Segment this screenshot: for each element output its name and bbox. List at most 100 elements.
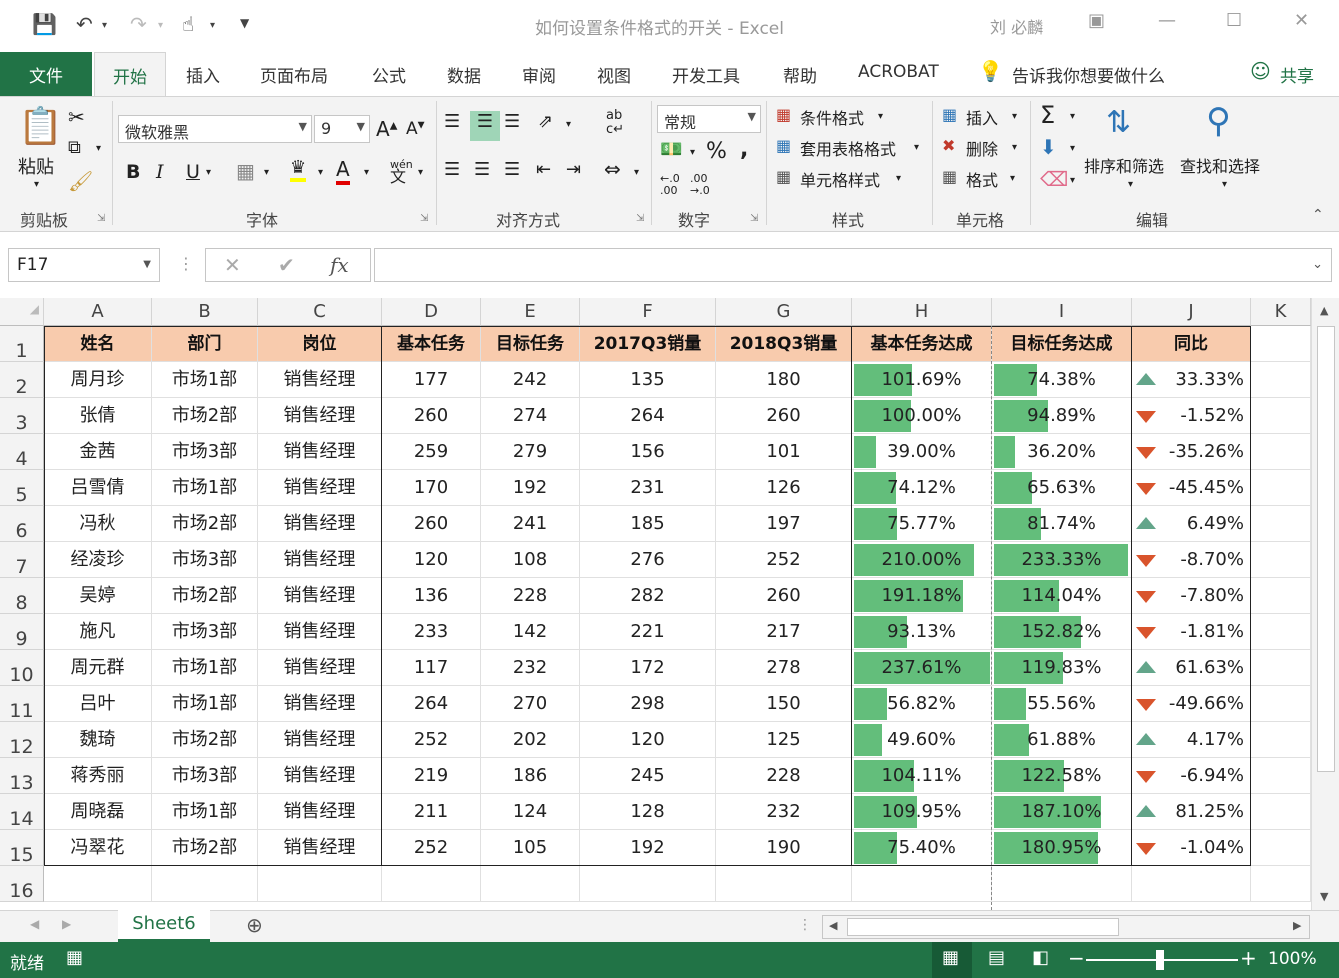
table-cell-name[interactable]: 蒋秀丽 (44, 758, 152, 794)
table-cell-target-rate[interactable]: 81.74% (992, 506, 1132, 542)
column-header-j[interactable]: J (1132, 298, 1251, 326)
row-header-6[interactable]: 6 (0, 506, 44, 542)
table-header-cell[interactable]: 部门 (152, 326, 258, 362)
row-header-9[interactable]: 9 (0, 614, 44, 650)
table-cell-q18[interactable]: 228 (716, 758, 852, 794)
font-color-dropdown-icon[interactable]: ▾ (364, 167, 369, 178)
tab-acrobat[interactable]: ACROBAT (858, 62, 939, 82)
table-cell-q17[interactable]: 128 (580, 794, 716, 830)
find-select-dropdown-icon[interactable]: ▾ (1222, 179, 1227, 190)
zoom-in-icon[interactable]: + (1240, 946, 1257, 970)
shrink-font-icon[interactable]: A▼ (406, 119, 425, 139)
table-cell-target[interactable]: 202 (481, 722, 580, 758)
row-header-14[interactable]: 14 (0, 794, 44, 830)
row-header-8[interactable]: 8 (0, 578, 44, 614)
table-cell-base[interactable]: 219 (382, 758, 481, 794)
add-sheet-icon[interactable]: ⊕ (246, 913, 263, 937)
table-cell-pos[interactable]: 销售经理 (258, 722, 382, 758)
row-header-1[interactable]: 1 (0, 326, 44, 362)
row-header-4[interactable]: 4 (0, 434, 44, 470)
table-cell-name[interactable]: 周元群 (44, 650, 152, 686)
worksheet-grid[interactable]: ◢ A B C D E F G H I J K 1 2 3 4 5 6 7 8 9 10 11 12 13 14 15 16 姓名 部门岗… (0, 298, 1311, 910)
table-cell-base-rate[interactable]: 210.00% (852, 542, 992, 578)
table-cell-dept[interactable]: 市场3部 (152, 614, 258, 650)
percent-style-icon[interactable]: % (706, 139, 727, 164)
align-center-icon[interactable]: ☰ (474, 159, 490, 180)
table-cell-base-rate[interactable]: 237.61% (852, 650, 992, 686)
table-cell-pos[interactable]: 销售经理 (258, 398, 382, 434)
clear-icon[interactable]: ⌫ (1040, 167, 1068, 191)
accounting-dropdown-icon[interactable]: ▾ (690, 147, 695, 158)
cell[interactable] (1251, 434, 1311, 470)
cell[interactable] (1132, 866, 1251, 902)
table-format-icon[interactable]: ▦ (776, 136, 791, 155)
column-header-f[interactable]: F (580, 298, 716, 326)
decrease-indent-icon[interactable]: ⇤ (536, 159, 551, 180)
table-cell-target[interactable]: 142 (481, 614, 580, 650)
delete-cells-icon[interactable]: ✖ (942, 136, 955, 155)
table-cell-q17[interactable]: 185 (580, 506, 716, 542)
undo-icon[interactable]: ↶ (76, 12, 93, 36)
close-icon[interactable]: ✕ (1294, 10, 1309, 31)
table-cell-name[interactable]: 吴婷 (44, 578, 152, 614)
table-cell-q17[interactable]: 156 (580, 434, 716, 470)
table-cell-dept[interactable]: 市场2部 (152, 506, 258, 542)
row-header-13[interactable]: 13 (0, 758, 44, 794)
increase-decimal-icon[interactable]: ←.0.00 (660, 173, 680, 197)
table-cell-q17[interactable]: 245 (580, 758, 716, 794)
table-cell-q18[interactable]: 126 (716, 470, 852, 506)
customize-qat-icon[interactable]: ▼ (240, 16, 249, 30)
tab-data[interactable]: 数据 (447, 62, 481, 87)
table-cell-q18[interactable]: 217 (716, 614, 852, 650)
table-cell-base[interactable]: 170 (382, 470, 481, 506)
table-cell-base[interactable]: 259 (382, 434, 481, 470)
row-header-10[interactable]: 10 (0, 650, 44, 686)
borders-dropdown-icon[interactable]: ▾ (264, 167, 269, 178)
table-cell-base[interactable]: 233 (382, 614, 481, 650)
table-cell-target-rate[interactable]: 152.82% (992, 614, 1132, 650)
column-header-h[interactable]: H (852, 298, 992, 326)
insert-dropdown-icon[interactable]: ▾ (1012, 111, 1017, 122)
table-cell-target[interactable]: 108 (481, 542, 580, 578)
cell[interactable] (1251, 578, 1311, 614)
cell[interactable] (1251, 506, 1311, 542)
table-cell-name[interactable]: 冯秋 (44, 506, 152, 542)
delete-cells-button[interactable]: 删除 (966, 136, 998, 160)
table-cell-dept[interactable]: 市场1部 (152, 794, 258, 830)
next-sheet-icon[interactable]: ▶ (62, 917, 71, 931)
accounting-format-icon[interactable]: 💵 (660, 139, 682, 160)
table-cell-target[interactable]: 124 (481, 794, 580, 830)
cell[interactable] (1251, 614, 1311, 650)
table-cell-base[interactable]: 177 (382, 362, 481, 398)
table-cell-target-rate[interactable]: 187.10% (992, 794, 1132, 830)
table-cell-yoy[interactable]: 6.49% (1132, 506, 1251, 542)
cut-icon[interactable]: ✂ (68, 105, 85, 129)
table-cell-yoy[interactable]: 4.17% (1132, 722, 1251, 758)
scroll-right-icon[interactable]: ▶ (1293, 919, 1301, 932)
row-header-7[interactable]: 7 (0, 542, 44, 578)
row-header-3[interactable]: 3 (0, 398, 44, 434)
table-cell-q18[interactable]: 150 (716, 686, 852, 722)
table-cell-q18[interactable]: 260 (716, 398, 852, 434)
table-header-cell[interactable]: 2018Q3销量 (716, 326, 852, 362)
find-select-button[interactable]: 查找和选择 (1180, 153, 1260, 177)
format-cells-button[interactable]: 格式 (966, 167, 998, 191)
table-header-cell[interactable]: 同比 (1132, 326, 1251, 362)
align-bottom-icon[interactable]: ☰ (504, 111, 520, 132)
cell-style-button[interactable]: 单元格样式 (800, 167, 880, 191)
table-cell-q18[interactable]: 260 (716, 578, 852, 614)
table-cell-dept[interactable]: 市场2部 (152, 722, 258, 758)
column-header-k[interactable]: K (1251, 298, 1311, 326)
table-cell-base-rate[interactable]: 93.13% (852, 614, 992, 650)
table-cell-base-rate[interactable]: 109.95% (852, 794, 992, 830)
align-top-icon[interactable]: ☰ (444, 111, 460, 132)
cell[interactable] (1251, 650, 1311, 686)
table-cell-base[interactable]: 136 (382, 578, 481, 614)
comma-style-icon[interactable]: , (740, 137, 748, 162)
cell[interactable] (1251, 398, 1311, 434)
sort-filter-button[interactable]: 排序和筛选 (1084, 153, 1164, 177)
merge-center-icon[interactable]: ⇔ (604, 157, 621, 181)
table-header-cell[interactable]: 岗位 (258, 326, 382, 362)
table-cell-target-rate[interactable]: 233.33% (992, 542, 1132, 578)
table-cell-q17[interactable]: 192 (580, 830, 716, 866)
